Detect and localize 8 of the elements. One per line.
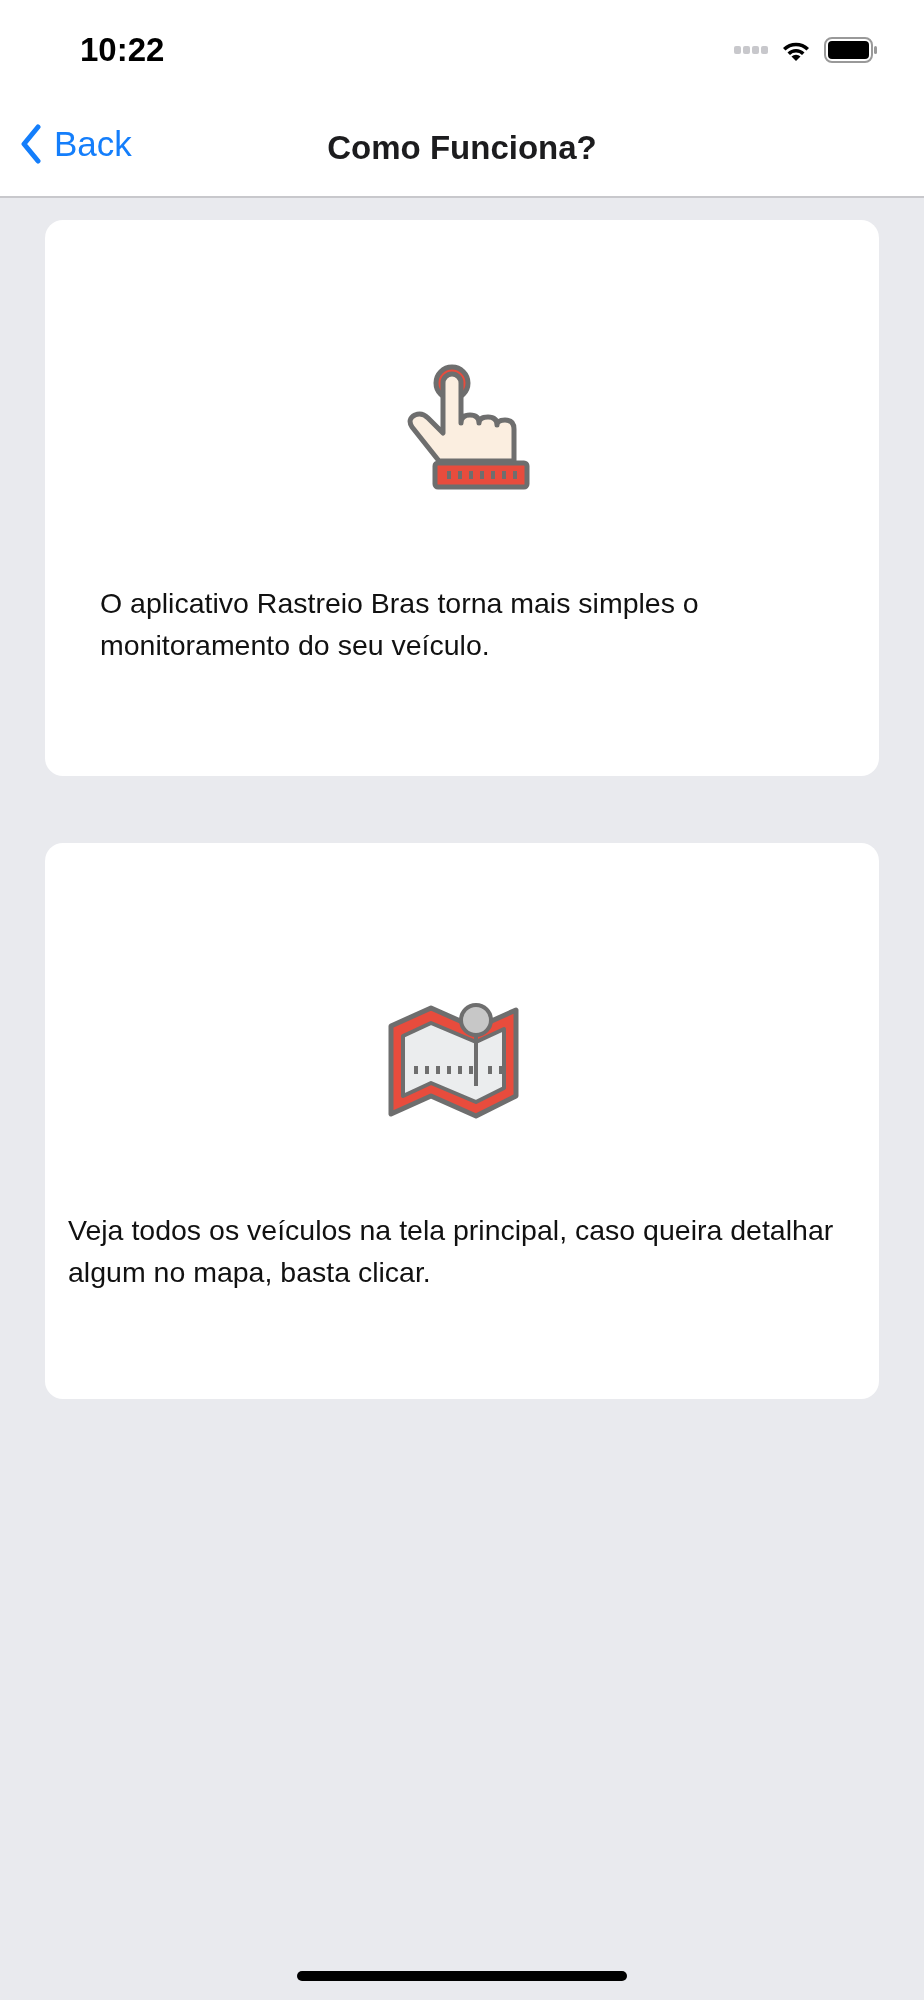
card-description: Veja todos os veículos na tela principal, caso queira detalhar algum no mapa, basta clicar. [68,1213,835,1290]
battery-icon [824,37,878,63]
card-description: O aplicativo Rastreio Bras torna mais simples o monitoramento do seu veículo. [100,586,700,663]
back-button[interactable]: Back [20,124,132,164]
signal-icon [734,45,768,55]
status-time: 10:22 [80,31,165,69]
screen-title: Como Funciona? [327,129,597,167]
chevron-left-icon [20,124,42,164]
